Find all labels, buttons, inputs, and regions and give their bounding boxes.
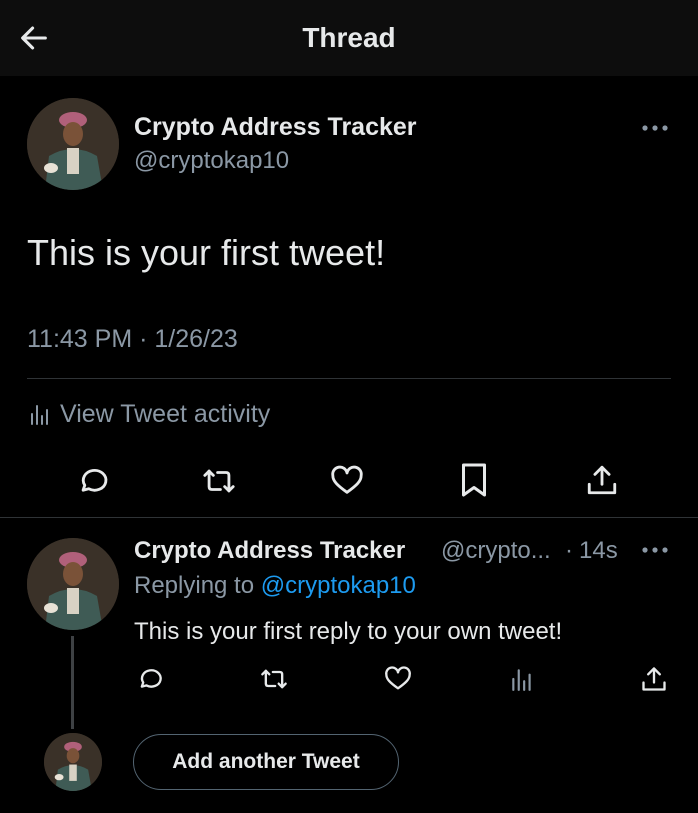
reply-reply-button[interactable] <box>135 664 165 694</box>
activity-label: View Tweet activity <box>60 399 271 428</box>
avatar-portrait-icon <box>27 538 119 630</box>
heart-icon <box>385 666 411 690</box>
reply-author-handle[interactable]: @crypto... <box>441 537 551 565</box>
avatar-portrait-icon <box>44 733 102 791</box>
reply-age[interactable]: 14s <box>579 537 618 565</box>
bookmark-button[interactable] <box>456 460 492 500</box>
bookmark-icon <box>462 463 486 497</box>
add-another-tweet-button[interactable]: Add another Tweet <box>133 734 399 790</box>
reply-like-button[interactable] <box>382 664 414 694</box>
avatar[interactable] <box>27 538 119 630</box>
retweet-icon <box>261 669 287 689</box>
reply-button[interactable] <box>74 462 112 500</box>
top-bar: Thread <box>0 0 698 76</box>
avatar-portrait-icon <box>27 98 119 190</box>
thread-connector-line <box>71 636 74 729</box>
share-button[interactable] <box>583 460 621 500</box>
more-dots-icon <box>642 547 668 553</box>
author-handle[interactable]: @cryptokap10 <box>134 147 289 175</box>
more-dots-icon <box>642 125 668 131</box>
author-name[interactable]: Crypto Address Tracker <box>134 113 417 142</box>
reply-separator: · <box>565 537 573 564</box>
reply-author-name[interactable]: Crypto Address Tracker <box>134 537 405 565</box>
view-tweet-activity-link[interactable]: View Tweet activity <box>28 398 270 430</box>
reply-share-button[interactable] <box>639 663 669 695</box>
tweet-timestamp[interactable]: 11:43 PM · 1/26/23 <box>27 325 238 354</box>
reply-retweet-button[interactable] <box>257 664 291 694</box>
analytics-icon <box>31 405 48 425</box>
reply-analytics-button[interactable] <box>507 664 537 694</box>
replying-to-prefix: Replying to <box>134 572 255 599</box>
share-icon <box>642 667 666 691</box>
divider <box>27 378 671 379</box>
reply-more-options-button[interactable] <box>639 540 671 560</box>
retweet-button[interactable] <box>199 462 239 500</box>
retweet-icon <box>203 469 235 493</box>
avatar[interactable] <box>27 98 119 190</box>
more-options-button[interactable] <box>639 118 671 138</box>
share-icon <box>587 465 617 495</box>
reply-text: This is your first reply to your own twe… <box>134 618 563 645</box>
page-title: Thread <box>302 22 396 53</box>
replying-to-handle-link[interactable]: @cryptokap10 <box>261 572 416 599</box>
like-button[interactable] <box>327 462 367 500</box>
avatar[interactable] <box>44 733 102 791</box>
heart-icon <box>331 465 363 494</box>
reply-icon <box>81 468 108 492</box>
reply-icon <box>140 669 162 688</box>
analytics-icon <box>512 669 531 691</box>
tweet-text: This is your first tweet! <box>27 232 386 273</box>
replying-to: Replying to @cryptokap10 <box>134 572 416 600</box>
divider <box>0 517 698 518</box>
